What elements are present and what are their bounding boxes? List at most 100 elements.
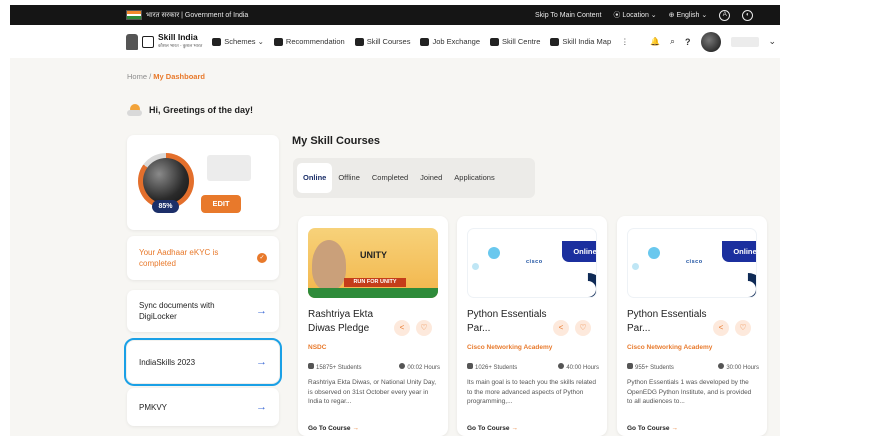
sun-cloud-icon [127, 104, 142, 116]
tab-applications[interactable]: Applications [448, 163, 500, 193]
language-dropdown[interactable]: ⊕ English ⌄ [669, 11, 708, 19]
share-icon[interactable]: < [553, 320, 569, 336]
course-description: Python Essentials 1 was developed by the… [627, 379, 752, 405]
go-to-course-link[interactable]: Go To Course → [467, 425, 518, 432]
job-exchange-icon [420, 37, 430, 46]
indiaskills-2023-card[interactable]: IndiaSkills 2023 → [124, 338, 282, 386]
skill-centre-icon [490, 37, 500, 46]
arrow-right-icon: → [511, 425, 518, 432]
students-count: 955+ Students [627, 363, 674, 371]
course-meta: 955+ Students 30:00 Hours [627, 363, 759, 371]
students-icon [627, 363, 633, 369]
digilocker-sync-card[interactable]: Sync documents with DigiLocker → [127, 290, 279, 332]
course-duration: 30:00 Hours [718, 363, 759, 371]
course-description: Rashtriya Ekta Diwas, or National Unity … [308, 379, 437, 405]
course-duration: 40:00 Hours [558, 363, 599, 371]
students-count: 15875+ Students [308, 363, 362, 371]
share-icon[interactable]: < [394, 320, 410, 336]
edit-profile-button[interactable]: EDIT [201, 195, 241, 213]
students-icon [308, 363, 314, 369]
nav-recommendation[interactable]: Recommendation [273, 37, 345, 46]
arrow-right-icon: → [671, 425, 678, 432]
course-meta: 1026+ Students 40:00 Hours [467, 363, 599, 371]
course-thumbnail[interactable]: cisco Online [627, 228, 757, 298]
clock-icon [399, 363, 406, 369]
national-emblem-icon [126, 33, 138, 50]
greeting: Hi, Greetings of the day! [127, 104, 253, 116]
decor-swoosh [725, 266, 756, 297]
decor-dot [472, 263, 479, 270]
portrait-illustration [312, 240, 346, 290]
tab-joined[interactable]: Joined [414, 163, 448, 193]
course-card[interactable]: cisco Online Python Essentials Par... < … [457, 216, 607, 436]
brand[interactable]: Skill India कौशल भारत - कुशल भारत [158, 33, 202, 50]
tab-offline[interactable]: Offline [332, 163, 366, 193]
nav-schemes[interactable]: Schemes ⌄ [212, 37, 264, 46]
pmkvy-label: PMKVY [139, 402, 168, 412]
cisco-logo: cisco [686, 259, 703, 265]
course-card[interactable]: cisco Online Python Essentials Par... < … [617, 216, 767, 436]
course-title[interactable]: Python Essentials Par... [467, 308, 547, 336]
pmkvy-card[interactable]: PMKVY → [127, 388, 279, 426]
location-dropdown[interactable]: ⦿ Location ⌄ [613, 10, 656, 20]
nav-skill-india-map[interactable]: Skill India Map [550, 37, 611, 46]
skill-courses-icon [354, 37, 364, 46]
bell-icon[interactable]: 🔔 [650, 37, 660, 46]
profile-completion-badge: 85% [152, 200, 179, 213]
breadcrumb-current: My Dashboard [153, 72, 205, 81]
breadcrumb-home[interactable]: Home [127, 72, 147, 81]
course-title[interactable]: Python Essentials Par... [627, 308, 707, 336]
india-flag-icon [126, 10, 142, 20]
help-icon[interactable]: ? [685, 37, 691, 47]
nav-job-exchange[interactable]: Job Exchange [420, 37, 480, 46]
decor-dot [488, 247, 500, 259]
arrow-right-icon: → [352, 425, 359, 432]
arrow-right-icon: → [256, 305, 267, 317]
map-icon [550, 37, 560, 46]
decor-dot [632, 263, 639, 270]
accessibility-icon[interactable]: A [719, 9, 731, 21]
course-description: Its main goal is to teach you the skills… [467, 379, 596, 405]
arrow-right-icon: → [256, 356, 267, 368]
heart-icon[interactable]: ♡ [575, 320, 591, 336]
tab-online[interactable]: Online [297, 163, 333, 193]
course-thumbnail[interactable]: UNITY RUN FOR UNITY [308, 228, 438, 298]
course-meta: 15875+ Students 00:02 Hours [308, 363, 440, 371]
go-to-course-link[interactable]: Go To Course → [627, 425, 678, 432]
avatar[interactable] [700, 31, 721, 52]
skip-to-main-link[interactable]: Skip To Main Content [535, 12, 601, 19]
clock-icon [558, 363, 565, 369]
nav-skill-courses[interactable]: Skill Courses [354, 37, 410, 46]
breadcrumb: Home / My Dashboard [127, 72, 205, 81]
skill-india-logo-icon[interactable] [142, 35, 154, 48]
course-thumbnail[interactable]: cisco Online [467, 228, 597, 298]
course-title[interactable]: Rashtriya Ekta Diwas Pledge [308, 308, 388, 336]
aadhaar-ekyc-card[interactable]: Your Aadhaar eKYC is completed ✓ [127, 236, 279, 280]
heart-icon[interactable]: ♡ [416, 320, 432, 336]
profile-card: 85% EDIT [127, 135, 279, 230]
section-title: My Skill Courses [292, 135, 381, 147]
heart-icon[interactable]: ♡ [735, 320, 751, 336]
arrow-right-icon: → [256, 401, 267, 413]
course-tabs: Online Offline Completed Joined Applicat… [293, 158, 535, 198]
user-name-redacted [730, 36, 759, 47]
more-menu-icon[interactable]: ⋮ [621, 37, 629, 46]
share-icon[interactable]: < [713, 320, 729, 336]
indiaskills-label: IndiaSkills 2023 [139, 357, 196, 367]
schemes-icon [212, 37, 222, 46]
search-icon[interactable]: ⌕ [670, 36, 675, 47]
nav-skill-centre[interactable]: Skill Centre [490, 37, 540, 46]
dashboard-main: Home / My Dashboard Hi, Greetings of the… [10, 58, 780, 436]
main-navbar: Skill India कौशल भारत - कुशल भारत Scheme… [10, 25, 780, 58]
chevron-down-icon[interactable]: ⌄ [769, 36, 777, 47]
profile-photo [143, 158, 189, 204]
brand-tagline: कौशल भारत - कुशल भारत [158, 43, 203, 48]
greeting-text: Hi, Greetings of the day! [149, 105, 254, 115]
go-to-course-link[interactable]: Go To Course → [308, 425, 359, 432]
course-card[interactable]: UNITY RUN FOR UNITY Rashtriya Ekta Diwas… [298, 216, 448, 436]
digilocker-label: Sync documents with DigiLocker [139, 301, 215, 321]
gov-label: भारत सरकार | Government of India [146, 11, 249, 19]
brand-name: Skill India [158, 32, 198, 42]
tab-completed[interactable]: Completed [366, 163, 414, 193]
contrast-icon[interactable]: ◐ [742, 9, 754, 21]
